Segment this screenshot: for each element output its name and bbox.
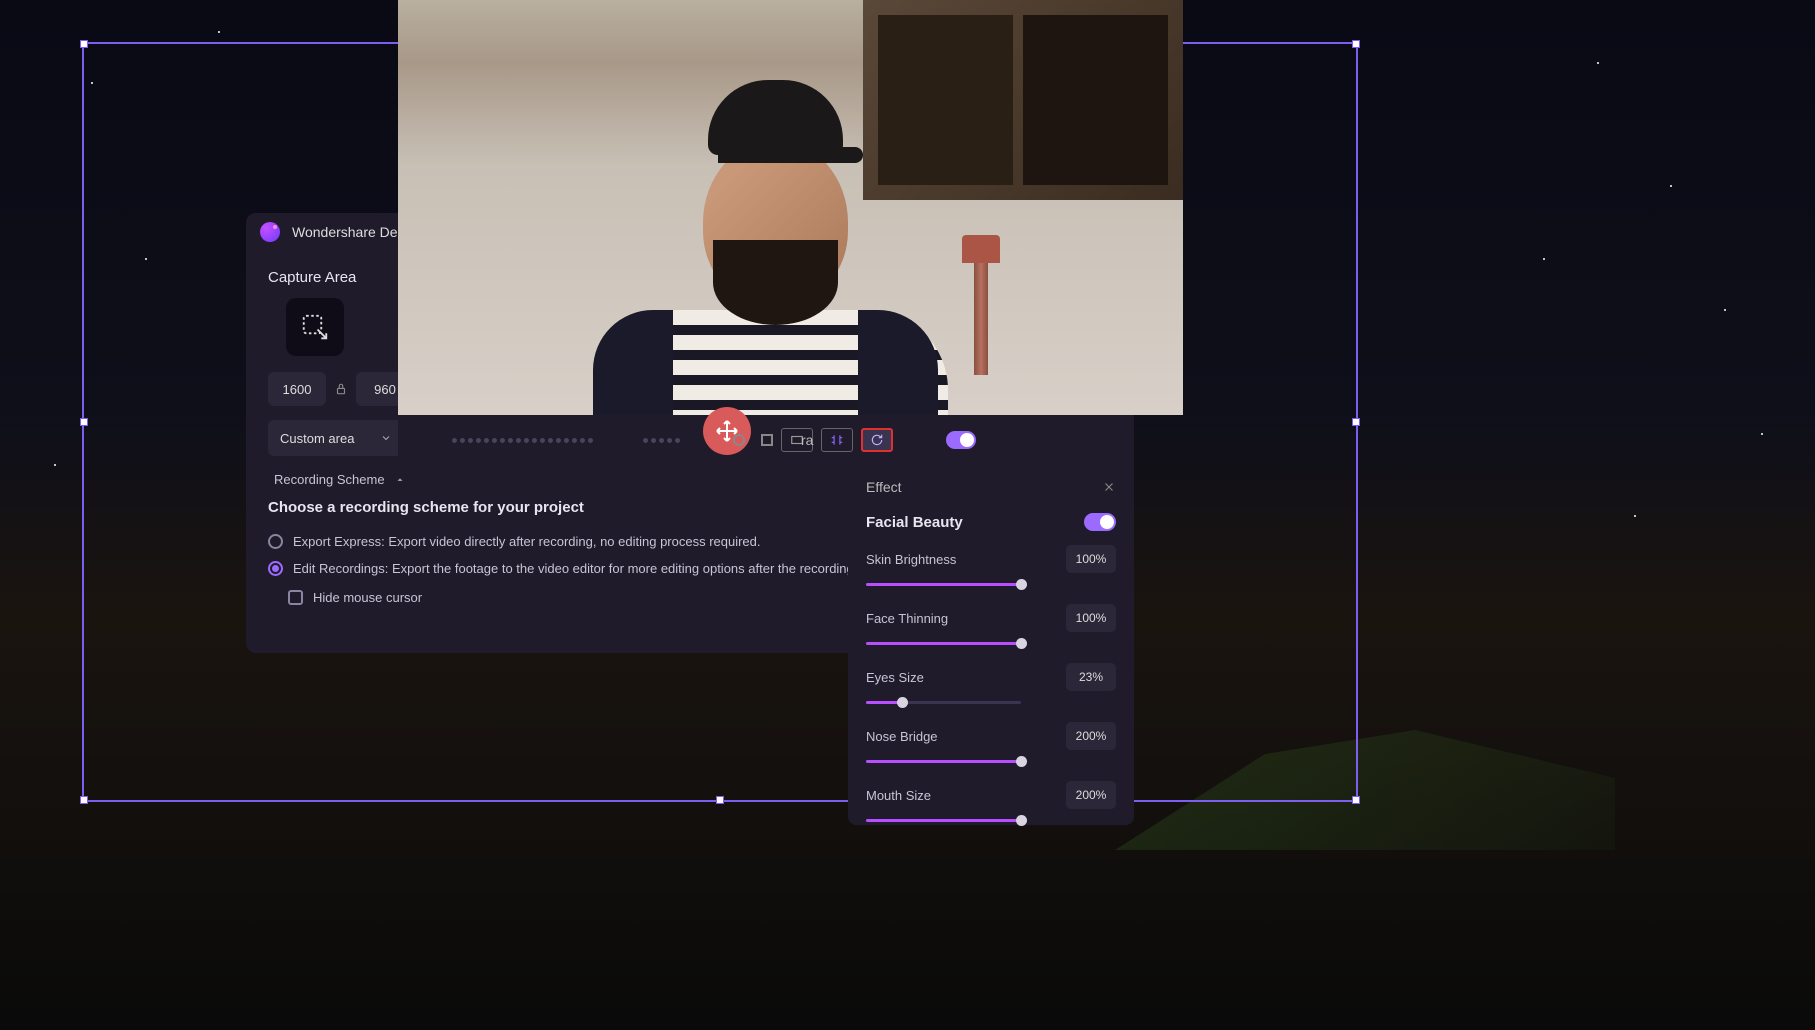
slider-group: Eyes Size 23%	[866, 663, 1116, 704]
facial-beauty-toggle[interactable]	[1084, 513, 1116, 531]
slider-thumb[interactable]	[1016, 815, 1027, 826]
person-silhouette	[548, 80, 988, 415]
slider-label: Mouth Size	[866, 788, 931, 803]
slider-group: Mouth Size 200%	[866, 781, 1116, 822]
capture-mode-value: Custom area	[280, 431, 354, 446]
slider-track[interactable]	[866, 701, 1021, 704]
resize-handle-tr[interactable]	[1352, 40, 1360, 48]
slider-thumb[interactable]	[1016, 579, 1027, 590]
checkbox-icon	[288, 590, 303, 605]
capture-mode-select[interactable]: Custom area	[268, 420, 404, 456]
slider-track[interactable]	[866, 760, 1021, 763]
resize-handle-bl[interactable]	[80, 796, 88, 804]
slider-track[interactable]	[866, 819, 1021, 822]
effect-button[interactable]	[861, 428, 893, 452]
close-icon[interactable]	[1102, 480, 1116, 494]
app-title: Wondershare De	[292, 224, 398, 240]
effect-panel: Effect Facial Beauty Skin Brightness 100…	[848, 465, 1134, 825]
screen-select-icon	[300, 312, 330, 342]
app-logo-icon	[260, 222, 280, 242]
effect-panel-title: Effect	[866, 479, 902, 495]
slider-value[interactable]: 200%	[1066, 722, 1116, 750]
width-input[interactable]	[268, 372, 326, 406]
resize-handle-mr[interactable]	[1352, 418, 1360, 426]
resize-handle-bm[interactable]	[716, 796, 724, 804]
slider-group: Nose Bridge 200%	[866, 722, 1116, 763]
scheme-option-label: Export Express: Export video directly af…	[293, 534, 761, 549]
refresh-icon	[869, 433, 885, 447]
webcam-preview[interactable]	[398, 0, 1183, 415]
resize-handle-tl[interactable]	[80, 40, 88, 48]
shape-square-icon[interactable]	[761, 434, 773, 446]
slider-thumb[interactable]	[1016, 638, 1027, 649]
webcam-toolbar: ra	[398, 415, 976, 465]
slider-value[interactable]: 200%	[1066, 781, 1116, 809]
chevron-down-icon	[380, 432, 392, 444]
slider-group: Skin Brightness 100%	[866, 545, 1116, 586]
radio-icon	[268, 561, 283, 576]
slider-label: Face Thinning	[866, 611, 948, 626]
resize-handle-ml[interactable]	[80, 418, 88, 426]
slider-value[interactable]: 100%	[1066, 545, 1116, 573]
scheme-option-label: Edit Recordings: Export the footage to t…	[293, 561, 889, 576]
mirror-button[interactable]	[821, 428, 853, 452]
chevron-up-icon[interactable]	[395, 475, 405, 485]
slider-label: Skin Brightness	[866, 552, 956, 567]
slider-track[interactable]	[866, 583, 1021, 586]
preview-camera-toggle[interactable]	[946, 431, 976, 449]
slider-group: Face Thinning 100%	[866, 604, 1116, 645]
audio-level-dots	[643, 438, 680, 443]
slider-label: Nose Bridge	[866, 729, 938, 744]
slider-value[interactable]: 23%	[1066, 663, 1116, 691]
resize-handle-br[interactable]	[1352, 796, 1360, 804]
capture-mode-tile[interactable]	[286, 298, 344, 356]
mirror-icon	[829, 433, 845, 447]
facial-beauty-label: Facial Beauty	[866, 514, 963, 531]
slider-label: Eyes Size	[866, 670, 924, 685]
slider-thumb[interactable]	[1016, 756, 1027, 767]
audio-level-dots	[452, 438, 593, 443]
slider-track[interactable]	[866, 642, 1021, 645]
shape-circle-icon[interactable]	[733, 434, 745, 446]
slider-value[interactable]: 100%	[1066, 604, 1116, 632]
lock-icon[interactable]	[334, 382, 348, 396]
preview-camera-label: ra	[801, 432, 813, 448]
scheme-header-label[interactable]: Recording Scheme	[274, 472, 385, 487]
hide-cursor-label: Hide mouse cursor	[313, 590, 422, 605]
radio-icon	[268, 534, 283, 549]
slider-thumb[interactable]	[897, 697, 908, 708]
